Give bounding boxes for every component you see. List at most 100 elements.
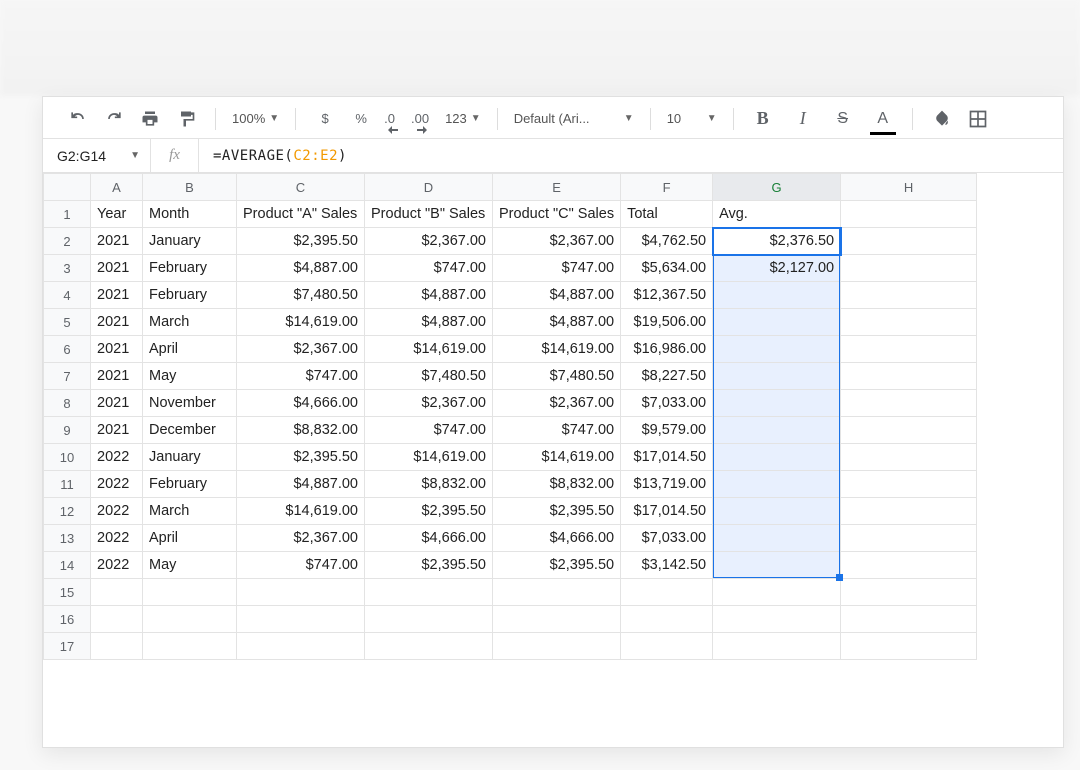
name-box[interactable]: G2:G14 ▼	[43, 139, 151, 172]
cell-F3[interactable]: $5,634.00	[621, 255, 713, 282]
cell-G5[interactable]	[713, 309, 841, 336]
cell-H8[interactable]	[841, 390, 977, 417]
cell-G13[interactable]	[713, 525, 841, 552]
row-header-11[interactable]: 11	[44, 471, 91, 498]
cell-H16[interactable]	[841, 606, 977, 633]
column-header-H[interactable]: H	[841, 174, 977, 201]
column-header-A[interactable]: A	[91, 174, 143, 201]
cell-H13[interactable]	[841, 525, 977, 552]
cell-H17[interactable]	[841, 633, 977, 660]
font-size-dropdown[interactable]: 10 ▼	[667, 111, 717, 126]
cell-B2[interactable]: January	[143, 228, 237, 255]
cell-B13[interactable]: April	[143, 525, 237, 552]
cell-C8[interactable]: $4,666.00	[237, 390, 365, 417]
fill-color-button[interactable]	[929, 106, 955, 132]
cell-C17[interactable]	[237, 633, 365, 660]
cell-B16[interactable]	[143, 606, 237, 633]
cell-H10[interactable]	[841, 444, 977, 471]
cell-B10[interactable]: January	[143, 444, 237, 471]
cell-A17[interactable]	[91, 633, 143, 660]
row-header-7[interactable]: 7	[44, 363, 91, 390]
cell-F4[interactable]: $12,367.50	[621, 282, 713, 309]
cell-F2[interactable]: $4,762.50	[621, 228, 713, 255]
row-header-4[interactable]: 4	[44, 282, 91, 309]
cell-D11[interactable]: $8,832.00	[365, 471, 493, 498]
cell-F16[interactable]	[621, 606, 713, 633]
cell-A4[interactable]: 2021	[91, 282, 143, 309]
column-header-C[interactable]: C	[237, 174, 365, 201]
zoom-dropdown[interactable]: 100% ▼	[232, 111, 279, 126]
cell-D14[interactable]: $2,395.50	[365, 552, 493, 579]
column-header-E[interactable]: E	[493, 174, 621, 201]
decrease-decimal-button[interactable]: .0	[384, 106, 395, 132]
cell-B6[interactable]: April	[143, 336, 237, 363]
cell-F1[interactable]: Total	[621, 201, 713, 228]
cell-G12[interactable]	[713, 498, 841, 525]
cell-E5[interactable]: $4,887.00	[493, 309, 621, 336]
cell-A15[interactable]	[91, 579, 143, 606]
cell-B14[interactable]: May	[143, 552, 237, 579]
cell-F8[interactable]: $7,033.00	[621, 390, 713, 417]
row-header-9[interactable]: 9	[44, 417, 91, 444]
row-header-1[interactable]: 1	[44, 201, 91, 228]
print-button[interactable]	[137, 106, 163, 132]
cell-G11[interactable]	[713, 471, 841, 498]
cell-E11[interactable]: $8,832.00	[493, 471, 621, 498]
cell-A13[interactable]: 2022	[91, 525, 143, 552]
cell-F14[interactable]: $3,142.50	[621, 552, 713, 579]
column-header-D[interactable]: D	[365, 174, 493, 201]
cell-E4[interactable]: $4,887.00	[493, 282, 621, 309]
row-header-17[interactable]: 17	[44, 633, 91, 660]
borders-button[interactable]	[965, 106, 991, 132]
cell-E2[interactable]: $2,367.00	[493, 228, 621, 255]
cell-D5[interactable]: $4,887.00	[365, 309, 493, 336]
cell-F5[interactable]: $19,506.00	[621, 309, 713, 336]
italic-button[interactable]: I	[790, 106, 816, 132]
cell-E15[interactable]	[493, 579, 621, 606]
cell-H6[interactable]	[841, 336, 977, 363]
row-header-6[interactable]: 6	[44, 336, 91, 363]
row-header-16[interactable]: 16	[44, 606, 91, 633]
font-family-dropdown[interactable]: Default (Ari... ▼	[514, 111, 634, 126]
cell-F12[interactable]: $17,014.50	[621, 498, 713, 525]
cell-G6[interactable]	[713, 336, 841, 363]
cell-F10[interactable]: $17,014.50	[621, 444, 713, 471]
cell-G9[interactable]	[713, 417, 841, 444]
cell-E6[interactable]: $14,619.00	[493, 336, 621, 363]
cell-G17[interactable]	[713, 633, 841, 660]
row-header-13[interactable]: 13	[44, 525, 91, 552]
cell-E7[interactable]: $7,480.50	[493, 363, 621, 390]
cell-C15[interactable]	[237, 579, 365, 606]
cell-D17[interactable]	[365, 633, 493, 660]
cell-D15[interactable]	[365, 579, 493, 606]
cell-E16[interactable]	[493, 606, 621, 633]
cell-B7[interactable]: May	[143, 363, 237, 390]
cell-H11[interactable]	[841, 471, 977, 498]
cell-F6[interactable]: $16,986.00	[621, 336, 713, 363]
cell-F13[interactable]: $7,033.00	[621, 525, 713, 552]
redo-button[interactable]	[101, 106, 127, 132]
more-formats-dropdown[interactable]: 123 ▼	[445, 111, 481, 126]
cell-G8[interactable]	[713, 390, 841, 417]
cell-H9[interactable]	[841, 417, 977, 444]
cell-E3[interactable]: $747.00	[493, 255, 621, 282]
cell-D12[interactable]: $2,395.50	[365, 498, 493, 525]
cell-B9[interactable]: December	[143, 417, 237, 444]
cell-E12[interactable]: $2,395.50	[493, 498, 621, 525]
cell-B1[interactable]: Month	[143, 201, 237, 228]
cell-E9[interactable]: $747.00	[493, 417, 621, 444]
cell-A3[interactable]: 2021	[91, 255, 143, 282]
cell-E8[interactable]: $2,367.00	[493, 390, 621, 417]
text-color-button[interactable]: A	[870, 106, 896, 132]
cell-A8[interactable]: 2021	[91, 390, 143, 417]
cell-B11[interactable]: February	[143, 471, 237, 498]
cell-F9[interactable]: $9,579.00	[621, 417, 713, 444]
formula-input[interactable]: =AVERAGE(C2:E2)	[199, 148, 1063, 164]
cell-A16[interactable]	[91, 606, 143, 633]
cell-D3[interactable]: $747.00	[365, 255, 493, 282]
cell-H15[interactable]	[841, 579, 977, 606]
row-header-2[interactable]: 2	[44, 228, 91, 255]
cell-G7[interactable]	[713, 363, 841, 390]
cell-A6[interactable]: 2021	[91, 336, 143, 363]
cell-A9[interactable]: 2021	[91, 417, 143, 444]
